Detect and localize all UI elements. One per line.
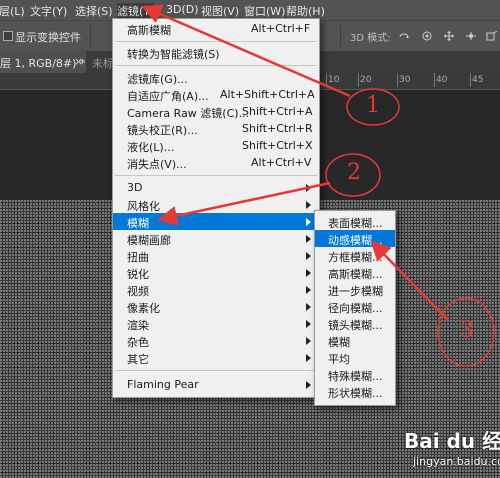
annotation-arrow-3: [370, 240, 449, 321]
annotation-number-3: 3: [460, 318, 474, 343]
annotation-overlay: [141, 4, 495, 367]
annotation-number-1: 1: [366, 93, 380, 118]
baidu-jingyan-logo: Bai du 经验: [404, 429, 500, 453]
annotation-arrow-1: [141, 4, 351, 98]
baidu-jingyan-url: jingyan.baidu.com: [413, 455, 500, 468]
annotation-arrow-2: [157, 181, 331, 226]
annotation-number-2: 2: [347, 160, 361, 185]
